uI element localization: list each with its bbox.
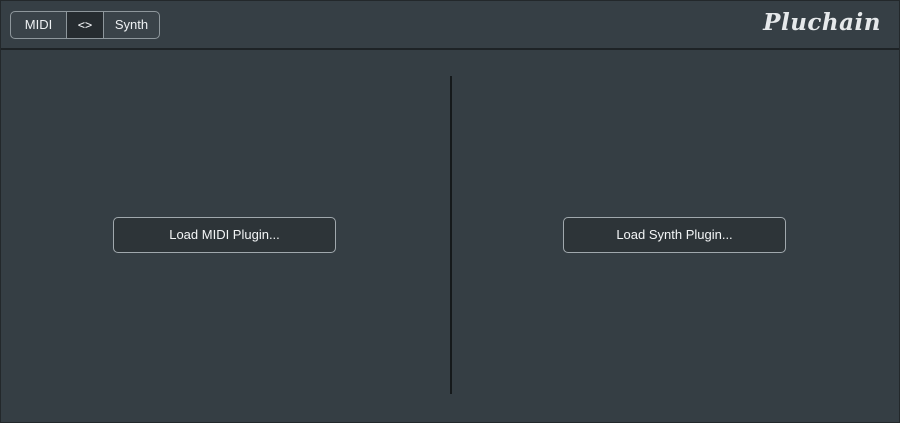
midi-view-button[interactable]: MIDI [11,12,67,38]
load-midi-plugin-button[interactable]: Load MIDI Plugin... [113,217,336,253]
center-divider [450,76,452,394]
app-logo: Pluchain [763,9,881,36]
link-view-button[interactable]: <> [67,12,104,38]
main-panel: Load MIDI Plugin... Load Synth Plugin... [1,50,899,422]
view-segment-control: MIDI <> Synth [10,11,160,39]
load-synth-plugin-button[interactable]: Load Synth Plugin... [563,217,786,253]
header-bar: MIDI <> Synth Pluchain [1,1,899,50]
app-window: MIDI <> Synth Pluchain Load MIDI Plugin.… [0,0,900,423]
synth-view-button[interactable]: Synth [104,12,159,38]
